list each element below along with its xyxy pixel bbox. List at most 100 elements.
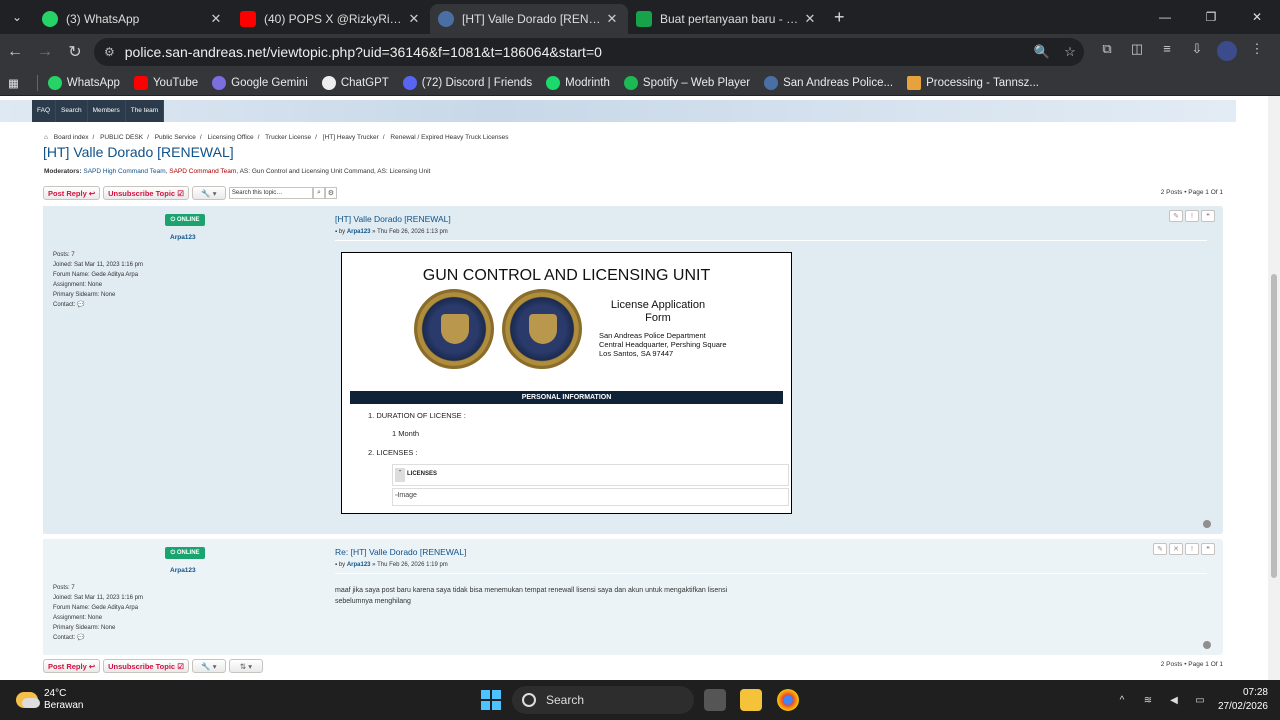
crumb-heavy-trucker[interactable]: [HT] Heavy Trucker (323, 134, 379, 141)
crumb-trucker-license[interactable]: Trucker License (265, 134, 311, 141)
weather-widget[interactable]: 24°C Berawan (16, 688, 83, 712)
post-reply-button[interactable]: Post Reply ↩ (43, 659, 101, 673)
quote-icon[interactable]: ❝ (1201, 210, 1215, 222)
back-to-top-icon[interactable] (1203, 520, 1211, 528)
nav-search[interactable]: Search (56, 100, 88, 122)
crumb-public-service[interactable]: Public Service (155, 134, 196, 141)
bookmark-sapd[interactable]: San Andreas Police... (764, 75, 893, 90)
quote-icon[interactable]: ❝ (1201, 543, 1215, 555)
online-badge: ⏻ ONLINE (165, 547, 205, 559)
system-tray: ^ ≋ ◀ ▭ 07:28 27/02/2026 (1114, 686, 1268, 714)
wifi-icon[interactable]: ≋ (1140, 695, 1156, 706)
tab-jogjagamers[interactable]: Buat pertanyaan baru - Jogjaga ✕ (628, 4, 826, 34)
bookmark-gemini[interactable]: Google Gemini (212, 75, 308, 90)
gear-icon[interactable]: ⚙ (324, 187, 337, 199)
tools-button[interactable]: 🔧 ▾ (191, 186, 226, 200)
contact-icon[interactable]: 💬 (77, 302, 84, 308)
tab-whatsapp[interactable]: (3) WhatsApp ✕ (34, 4, 232, 34)
page-scrollbar[interactable] (1268, 96, 1280, 680)
close-window-button[interactable]: ✕ (1234, 0, 1280, 34)
downloads-icon[interactable]: ⇩ (1182, 41, 1212, 64)
mod-link[interactable]: SAPD Command Team (169, 168, 236, 175)
crumb-licensing-office[interactable]: Licensing Office (208, 134, 254, 141)
reading-list-icon[interactable]: ≡ (1152, 41, 1182, 64)
profile-avatar[interactable] (1212, 40, 1242, 64)
unsubscribe-button[interactable]: Unsubscribe Topic ☑ (103, 186, 189, 200)
reply-text: maaf jika saya post baru karena saya tid… (335, 587, 728, 605)
battery-icon[interactable]: ▭ (1192, 695, 1208, 706)
sort-button[interactable]: ⇅ ▾ (228, 659, 263, 673)
search-topic-input[interactable]: Search this topic… (228, 187, 313, 199)
volume-icon[interactable]: ◀ (1166, 695, 1182, 706)
media-icon[interactable]: ◫ (1122, 41, 1152, 64)
bookmark-discord[interactable]: (72) Discord | Friends (402, 75, 532, 90)
forum-header: FAQ Search Members The team (0, 100, 1236, 122)
tab-forum[interactable]: [HT] Valle Dorado [RENEWAL] - ✕ (430, 4, 628, 34)
mod-link[interactable]: SAPD High Command Team (83, 168, 165, 175)
bookmark-youtube[interactable]: YouTube (133, 75, 198, 90)
crumb-renewal[interactable]: Renewal / Expired Heavy Truck Licenses (390, 134, 508, 141)
unsubscribe-button[interactable]: Unsubscribe Topic ☑ (103, 659, 189, 673)
url-text[interactable]: police.san-andreas.net/viewtopic.php?uid… (125, 44, 1028, 60)
username[interactable]: Arpa123 (170, 234, 196, 241)
bookmark-chatgpt[interactable]: ChatGPT (321, 75, 389, 90)
back-to-top-icon[interactable] (1203, 641, 1211, 649)
crumb-board-index[interactable]: Board index (54, 134, 89, 141)
username[interactable]: Arpa123 (170, 567, 196, 574)
topic-title[interactable]: [HT] Valle Dorado [RENEWAL] (43, 144, 234, 160)
home-icon: ⌂ (44, 134, 48, 141)
taskbar-search[interactable]: Search (512, 686, 694, 714)
close-icon[interactable]: ✕ (604, 11, 620, 27)
chevron-up-icon[interactable]: ^ (1114, 695, 1130, 706)
form-heading: GUN CONTROL AND LICENSING UNIT (422, 267, 711, 284)
post-1: ⏻ ONLINE Arpa123 Posts: 7 Joined: Sat Ma… (43, 206, 1223, 534)
nav-team[interactable]: The team (125, 100, 165, 122)
menu-icon[interactable]: ⋮ (1242, 41, 1272, 64)
bookmark-spotify[interactable]: Spotify – Web Player (623, 75, 750, 90)
new-tab-button[interactable]: + (834, 7, 845, 28)
licenses-spoiler[interactable]: - LICENSES (392, 464, 789, 486)
post-reply-button[interactable]: Post Reply ↩ (43, 186, 101, 200)
crumb-public-desk[interactable]: PUBLIC DESK (100, 134, 143, 141)
whatsapp-icon (42, 11, 58, 27)
nav-faq[interactable]: FAQ (32, 100, 57, 122)
file-explorer-icon[interactable] (740, 689, 762, 711)
close-icon[interactable]: ✕ (208, 11, 224, 27)
edit-icon[interactable]: ✎ (1153, 543, 1167, 555)
zoom-icon[interactable]: 🔍 (1028, 44, 1056, 60)
bookmark-star-icon[interactable]: ☆ (1056, 44, 1084, 60)
address-bar[interactable]: ⚙ police.san-andreas.net/viewtopic.php?u… (94, 38, 1084, 66)
top-actions: Post Reply ↩ Unsubscribe Topic ☑ 🔧 ▾ Sea… (43, 186, 337, 200)
back-button[interactable]: ← (0, 43, 30, 61)
report-icon[interactable]: ! (1185, 543, 1199, 555)
extensions-icon[interactable]: ⧉ (1092, 41, 1122, 64)
close-icon[interactable]: ✕ (406, 11, 422, 27)
bookmark-whatsapp[interactable]: WhatsApp (47, 75, 120, 90)
tools-button[interactable]: 🔧 ▾ (191, 659, 226, 673)
task-view-icon[interactable] (704, 689, 726, 711)
start-button[interactable] (481, 690, 501, 710)
browser-tab-bar: ⌄ (3) WhatsApp ✕ (40) POPS X @RizkyRipla… (0, 0, 1280, 34)
minimize-button[interactable]: — (1142, 0, 1188, 34)
contact-icon[interactable]: 💬 (77, 635, 84, 641)
site-info-icon[interactable]: ⚙ (104, 45, 115, 59)
edit-icon[interactable]: ✎ (1169, 210, 1183, 222)
post-title[interactable]: Re: [HT] Valle Dorado [RENEWAL] (335, 547, 466, 557)
nav-members[interactable]: Members (87, 100, 126, 122)
bookmark-modrinth[interactable]: Modrinth (546, 75, 610, 90)
tab-youtube[interactable]: (40) POPS X @RizkyRiplay - MS ✕ (232, 4, 430, 34)
chrome-icon[interactable] (777, 689, 799, 711)
bookmark-processing[interactable]: Processing - Tannsz... (907, 75, 1039, 90)
maximize-button[interactable]: ❐ (1188, 0, 1234, 34)
post-title[interactable]: [HT] Valle Dorado [RENEWAL] (335, 214, 451, 224)
search-icon[interactable]: ⌕ (312, 187, 325, 199)
tab-search-icon[interactable]: ⌄ (0, 0, 34, 34)
delete-icon[interactable]: ✕ (1169, 543, 1183, 555)
spotify-icon (623, 75, 638, 90)
apps-icon[interactable]: ▦ (8, 76, 19, 90)
reload-button[interactable]: ↻ (60, 42, 90, 62)
clock[interactable]: 07:28 27/02/2026 (1218, 686, 1268, 714)
close-icon[interactable]: ✕ (802, 11, 818, 27)
report-icon[interactable]: ! (1185, 210, 1199, 222)
forward-button[interactable]: → (30, 43, 60, 61)
